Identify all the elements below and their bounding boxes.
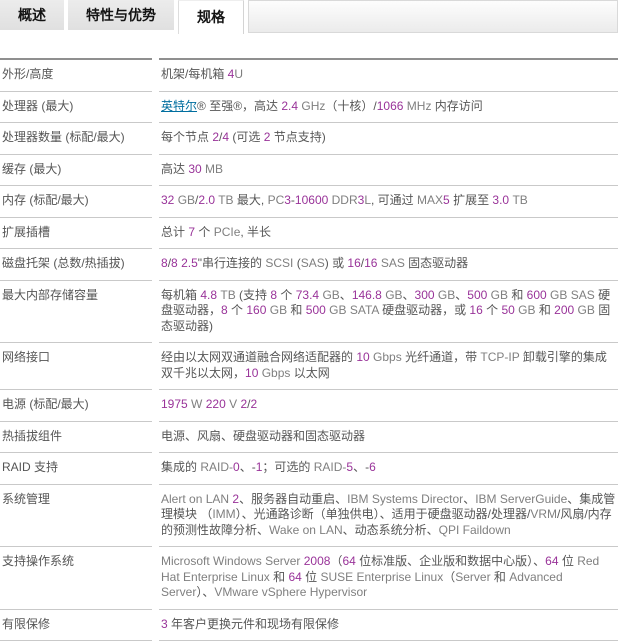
tab-specifications[interactable]: 规格 <box>178 0 244 34</box>
spec-value: 机架/每机箱 4U <box>159 58 618 92</box>
spec-row: 缓存 (最大)高达 30 MB <box>0 155 618 187</box>
tab-bar: 概述特性与优势规格 <box>0 0 618 36</box>
tab-features-benefits[interactable]: 特性与优势 <box>68 0 174 30</box>
spec-label: 电源 (标配/最大) <box>0 390 152 422</box>
spec-row: 电源 (标配/最大)1975 W 220 V 2/2 <box>0 390 618 422</box>
spec-row: 有限保修3 年客户更换元件和现场有限保修 <box>0 610 618 641</box>
tab-overview[interactable]: 概述 <box>0 0 64 30</box>
spec-row: 磁盘托架 (总数/热插拔)8/8 2.5"串行连接的 SCSI (SAS) 或 … <box>0 249 618 281</box>
spec-label: 最大内部存储容量 <box>0 281 152 344</box>
spec-value: Alert on LAN 2、服务器自动重启、IBM Systems Direc… <box>159 485 618 548</box>
spec-label: 外形/高度 <box>0 58 152 92</box>
spec-label: 支持操作系统 <box>0 547 152 610</box>
spec-value: 英特尔® 至强®，高达 2.4 GHz（十核）/1066 MHz 内存访问 <box>159 92 618 124</box>
spec-row: 热插拔组件电源、风扇、硬盘驱动器和固态驱动器 <box>0 422 618 454</box>
spec-label: 缓存 (最大) <box>0 155 152 187</box>
spec-table: 外形/高度机架/每机箱 4U处理器 (最大)英特尔® 至强®，高达 2.4 GH… <box>0 58 618 641</box>
spec-label: 内存 (标配/最大) <box>0 186 152 218</box>
spec-row: 处理器 (最大)英特尔® 至强®，高达 2.4 GHz（十核）/1066 MHz… <box>0 92 618 124</box>
spec-value: 高达 30 MB <box>159 155 618 187</box>
spec-label: 处理器数量 (标配/最大) <box>0 123 152 155</box>
spec-row: 内存 (标配/最大)32 GB/2.0 TB 最大, PC3-10600 DDR… <box>0 186 618 218</box>
spec-label: 扩展插槽 <box>0 218 152 250</box>
spec-label: 系统管理 <box>0 485 152 548</box>
spec-label: 磁盘托架 (总数/热插拔) <box>0 249 152 281</box>
spec-value: 经由以太网双通道融合网络适配器的 10 Gbps 光纤通道，带 TCP-IP 卸… <box>159 343 618 390</box>
spec-row: 最大内部存储容量每机箱 4.8 TB (支持 8 个 73.4 GB、146.8… <box>0 281 618 344</box>
spec-value: 每个节点 2/4 (可选 2 节点支持) <box>159 123 618 155</box>
spec-value: 8/8 2.5"串行连接的 SCSI (SAS) 或 16/16 SAS 固态驱… <box>159 249 618 281</box>
spec-row: 扩展插槽总计 7 个 PCIe, 半长 <box>0 218 618 250</box>
tab-filler <box>248 0 618 33</box>
spec-value: 32 GB/2.0 TB 最大, PC3-10600 DDR3L, 可通过 MA… <box>159 186 618 218</box>
spec-row: 系统管理Alert on LAN 2、服务器自动重启、IBM Systems D… <box>0 485 618 548</box>
spec-label: RAID 支持 <box>0 453 152 485</box>
spec-label: 有限保修 <box>0 610 152 641</box>
spec-row: 外形/高度机架/每机箱 4U <box>0 58 618 92</box>
spec-row: 支持操作系统Microsoft Windows Server 2008（64 位… <box>0 547 618 610</box>
spec-row: 处理器数量 (标配/最大)每个节点 2/4 (可选 2 节点支持) <box>0 123 618 155</box>
spec-row: 网络接口经由以太网双通道融合网络适配器的 10 Gbps 光纤通道，带 TCP-… <box>0 343 618 390</box>
spec-row: RAID 支持集成的 RAID-0、-1；可选的 RAID-5、-6 <box>0 453 618 485</box>
spec-value: 总计 7 个 PCIe, 半长 <box>159 218 618 250</box>
spec-label: 热插拔组件 <box>0 422 152 454</box>
spec-value: 3 年客户更换元件和现场有限保修 <box>159 610 618 641</box>
spec-label: 网络接口 <box>0 343 152 390</box>
spec-value: 电源、风扇、硬盘驱动器和固态驱动器 <box>159 422 618 454</box>
intel-link[interactable]: 英特尔 <box>161 99 197 113</box>
spec-value: 集成的 RAID-0、-1；可选的 RAID-5、-6 <box>159 453 618 485</box>
spec-label: 处理器 (最大) <box>0 92 152 124</box>
spec-value: 每机箱 4.8 TB (支持 8 个 73.4 GB、146.8 GB、300 … <box>159 281 618 344</box>
spec-value: 1975 W 220 V 2/2 <box>159 390 618 422</box>
spec-value: Microsoft Windows Server 2008（64 位标准版、企业… <box>159 547 618 610</box>
